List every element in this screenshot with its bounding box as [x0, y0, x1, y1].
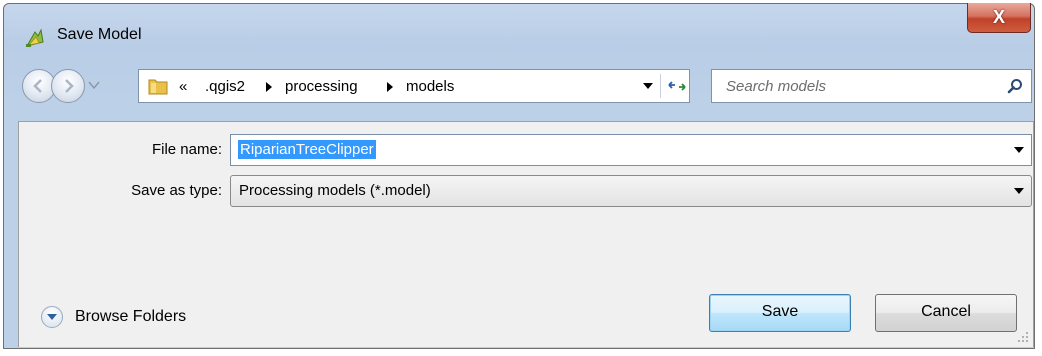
navigation-bar: « .qgis2 processing models: [4, 64, 1034, 116]
file-name-field[interactable]: RiparianTreeClipper: [230, 134, 1032, 166]
resize-grip-icon[interactable]: [1017, 331, 1029, 343]
breadcrumb-processing[interactable]: processing: [285, 78, 358, 95]
search-input[interactable]: [726, 70, 996, 102]
save-model-dialog: Save Model X « .qgis2 processing models …: [3, 3, 1035, 349]
save-type-value: Processing models (*.model): [239, 182, 431, 199]
chevron-down-icon[interactable]: [1014, 147, 1024, 153]
save-button[interactable]: Save: [709, 294, 851, 332]
chevron-down-icon[interactable]: [643, 82, 653, 90]
close-button[interactable]: X: [967, 3, 1031, 33]
search-icon[interactable]: [1007, 78, 1023, 94]
arrow-right-icon: [65, 79, 74, 93]
chevron-right-icon[interactable]: [265, 82, 273, 92]
browse-folders-label[interactable]: Browse Folders: [75, 308, 186, 326]
cancel-button[interactable]: Cancel: [875, 294, 1017, 332]
breadcrumb-models[interactable]: models: [406, 78, 454, 95]
save-type-label: Save as type:: [131, 182, 222, 199]
dialog-content: File name: RiparianTreeClipper Save as t…: [18, 121, 1034, 347]
window-title: Save Model: [57, 26, 142, 43]
title-bar[interactable]: Save Model X: [4, 3, 1034, 60]
file-name-value[interactable]: RiparianTreeClipper: [238, 140, 376, 159]
divider: [660, 74, 661, 98]
refresh-icon[interactable]: [667, 76, 687, 96]
breadcrumb-qgis2[interactable]: .qgis2: [205, 78, 245, 95]
folder-icon: [148, 79, 168, 95]
save-type-select[interactable]: Processing models (*.model): [230, 175, 1032, 207]
forward-button[interactable]: [51, 69, 85, 103]
qgis-icon: [25, 28, 44, 47]
breadcrumb-overflow[interactable]: «: [179, 78, 187, 95]
file-name-label: File name:: [151, 141, 222, 158]
arrow-left-icon: [33, 79, 42, 93]
chevron-down-icon[interactable]: [1014, 188, 1024, 194]
chevron-right-icon[interactable]: [386, 82, 394, 92]
expand-icon[interactable]: [41, 306, 63, 328]
address-bar[interactable]: « .qgis2 processing models: [138, 69, 690, 103]
search-box[interactable]: [711, 69, 1032, 103]
recent-locations-dropdown-icon[interactable]: [88, 80, 100, 90]
